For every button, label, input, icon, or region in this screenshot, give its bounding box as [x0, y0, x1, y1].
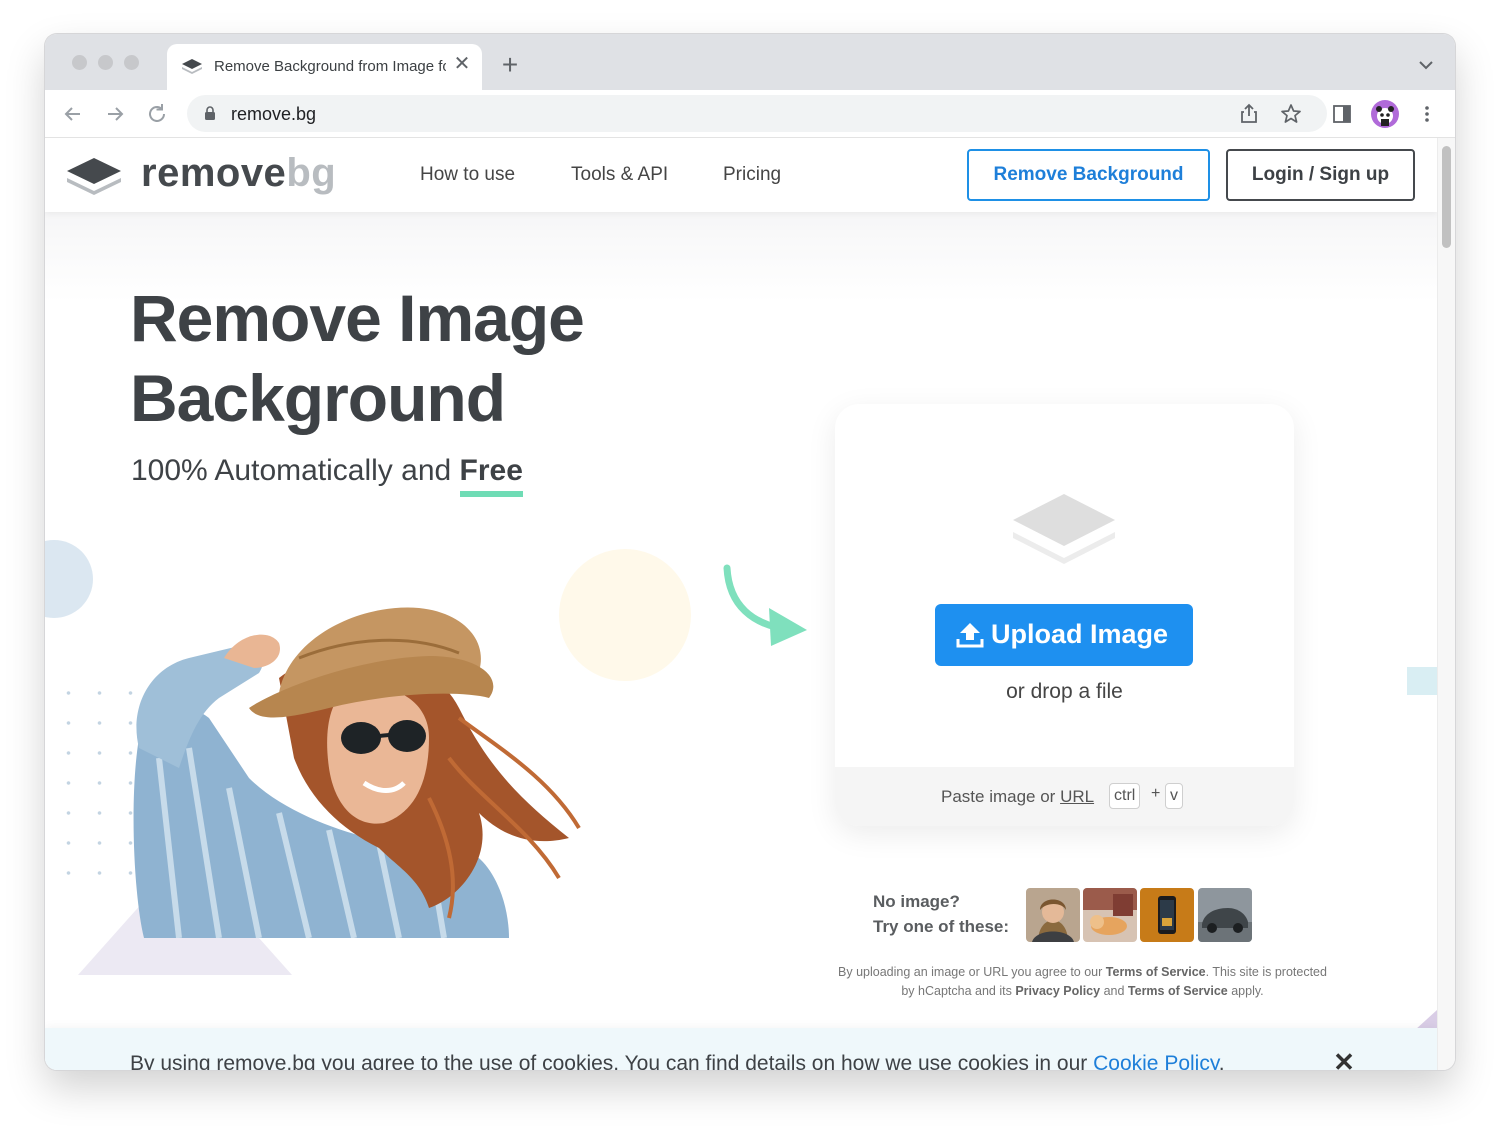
paste-text: Paste image or URL — [941, 787, 1094, 807]
login-signup-button[interactable]: Login / Sign up — [1226, 149, 1415, 201]
legal-terms-link-2[interactable]: Terms of Service — [1128, 984, 1228, 998]
share-icon[interactable] — [1237, 102, 1261, 126]
browser-window: Remove Background from Image for Free – … — [45, 34, 1455, 1070]
logo-text[interactable]: removebg — [141, 151, 336, 196]
hero-subtitle-free: Free — [459, 454, 523, 487]
address-bar[interactable]: remove.bg — [187, 95, 1327, 132]
decor-blue-circle — [45, 540, 93, 618]
back-arrow-icon[interactable] — [61, 102, 85, 126]
cookie-policy-link[interactable]: Cookie Policy — [1093, 1052, 1219, 1070]
legal-t1: By uploading an image or URL you agree t… — [838, 965, 1106, 979]
cookie-message: By using remove.bg you agree to the use … — [130, 1052, 1094, 1070]
scrollbar-thumb[interactable] — [1442, 146, 1451, 248]
cookie-text: By using remove.bg you agree to the use … — [130, 1052, 1225, 1070]
sample-car[interactable] — [1198, 888, 1252, 942]
cookie-end: . — [1218, 1052, 1225, 1070]
sidebar-icon[interactable] — [1330, 102, 1354, 126]
removebg-favicon-icon — [182, 59, 202, 74]
layers-icon — [1013, 494, 1115, 564]
nav-how-to-use[interactable]: How to use — [420, 164, 515, 186]
drop-file-text: or drop a file — [1006, 680, 1123, 703]
forward-arrow-icon[interactable] — [103, 102, 127, 126]
tab-list-chevron-icon[interactable] — [1417, 56, 1435, 74]
decor-square — [1407, 667, 1437, 695]
sample-prompt: No image? Try one of these: — [873, 889, 1009, 939]
sample-cat[interactable] — [1083, 888, 1137, 942]
legal-text: By uploading an image or URL you agree t… — [835, 963, 1330, 1001]
logo-word-remove: remove — [141, 151, 287, 195]
paste-url-link[interactable]: URL — [1060, 787, 1094, 806]
legal-terms-link-1[interactable]: Terms of Service — [1106, 965, 1206, 979]
logo-word-bg: bg — [286, 151, 337, 195]
upload-image-button[interactable]: Upload Image — [935, 604, 1193, 666]
tab-close-icon[interactable]: ✕ — [451, 53, 473, 75]
profile-avatar[interactable] — [1371, 100, 1399, 128]
sample-prompt-line1: No image? — [873, 892, 960, 911]
key-plus: + — [1151, 785, 1161, 802]
removebg-logo-icon[interactable] — [65, 156, 123, 198]
hero-subtitle: 100% Automatically and Free — [131, 454, 523, 488]
web-page: removebg How to use Tools & API Pricing … — [45, 138, 1437, 1070]
hero-subtitle-prefix: 100% Automatically and — [131, 454, 460, 487]
sample-cat-thumb — [1083, 888, 1137, 942]
scrollbar[interactable] — [1437, 138, 1455, 1070]
sample-car-thumb — [1198, 888, 1252, 942]
hero-woman-photo — [133, 607, 581, 938]
ctrl-key: ctrl — [1109, 783, 1141, 809]
sample-woman[interactable] — [1026, 888, 1080, 942]
site-header: removebg How to use Tools & API Pricing … — [45, 138, 1437, 212]
nav-tools-api[interactable]: Tools & API — [571, 164, 668, 186]
browser-tab[interactable]: Remove Background from Image for Free – … — [167, 44, 482, 90]
menu-dots-icon[interactable] — [1415, 102, 1439, 126]
tab-bar: Remove Background from Image for Free – … — [45, 34, 1455, 90]
minimize-window-button[interactable] — [98, 55, 113, 70]
upload-icon — [956, 623, 984, 648]
sample-phone-thumb — [1140, 888, 1194, 942]
url-text: remove.bg — [231, 104, 317, 124]
paste-prefix: Paste image or — [941, 787, 1061, 806]
legal-privacy-link[interactable]: Privacy Policy — [1015, 984, 1100, 998]
sample-prompt-line2: Try one of these: — [873, 917, 1010, 936]
close-window-button[interactable] — [72, 55, 87, 70]
upload-card[interactable]: Upload Image or drop a file Paste image … — [835, 404, 1294, 826]
new-tab-button[interactable]: + — [497, 51, 523, 79]
star-icon[interactable] — [1279, 102, 1303, 126]
reload-icon[interactable] — [145, 102, 169, 126]
zoom-window-button[interactable] — [124, 55, 139, 70]
hero-title-line1: Remove Image — [130, 281, 585, 355]
curved-arrow-icon — [723, 564, 807, 646]
tab-title: Remove Background from Image for Free – … — [214, 58, 446, 75]
lock-icon — [205, 106, 215, 120]
panda-avatar-icon — [1376, 106, 1394, 126]
remove-background-button[interactable]: Remove Background — [967, 149, 1210, 201]
v-key: v — [1165, 783, 1183, 809]
cookie-banner: By using remove.bg you agree to the use … — [45, 1028, 1437, 1070]
hero-title: Remove Image Background — [130, 278, 585, 438]
upload-image-label: Upload Image — [991, 619, 1169, 649]
legal-t3: and — [1100, 984, 1128, 998]
decor-corner-triangle — [1415, 1010, 1437, 1030]
nav-pricing[interactable]: Pricing — [723, 164, 781, 186]
paste-bar: Paste image or URL ctrl + v — [835, 767, 1294, 826]
sample-woman-thumb — [1026, 888, 1080, 942]
legal-t4: apply. — [1227, 984, 1264, 998]
browser-toolbar: remove.bg — [45, 90, 1455, 138]
hero-title-line2: Background — [130, 361, 506, 435]
cookie-close-icon[interactable]: ✕ — [1332, 1047, 1356, 1070]
sample-phone[interactable] — [1140, 888, 1194, 942]
